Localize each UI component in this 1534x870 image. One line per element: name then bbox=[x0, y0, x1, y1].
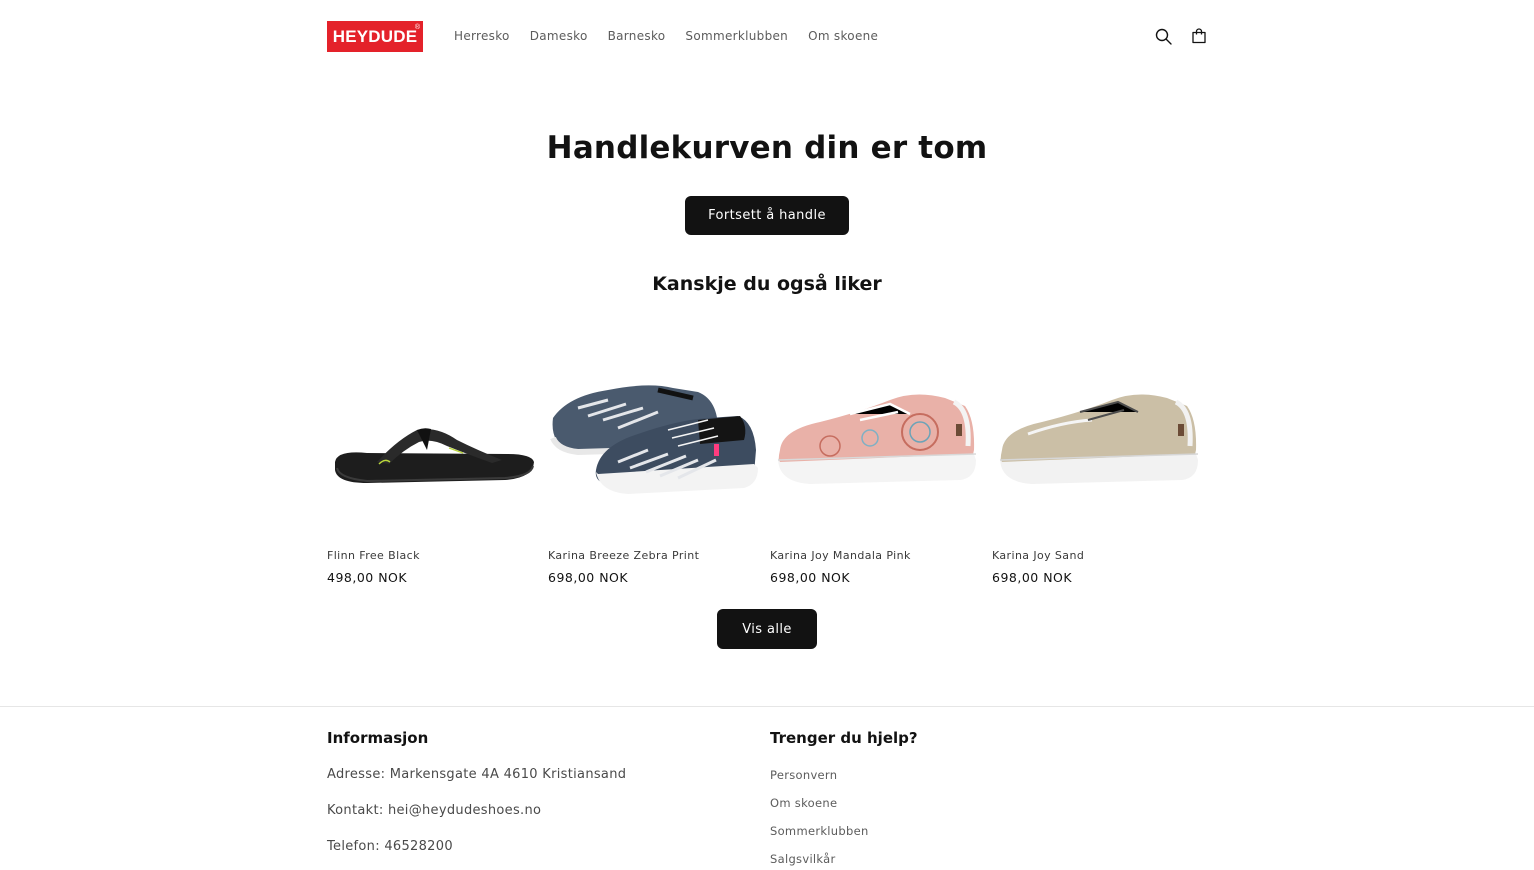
product-card-karina-breeze-zebra[interactable]: Karina Breeze Zebra Print 698,00 NOK bbox=[548, 330, 758, 590]
product-price: 698,00 NOK bbox=[548, 570, 629, 585]
view-all-button[interactable]: Vis alle bbox=[717, 609, 817, 649]
nav-item-sommerklubben[interactable]: Sommerklubben bbox=[685, 29, 788, 43]
footer-link-personvern[interactable]: Personvern bbox=[770, 768, 837, 782]
nav-item-damesko[interactable]: Damesko bbox=[530, 29, 588, 43]
product-name: Flinn Free Black bbox=[327, 549, 420, 562]
recommendations-title: Kanskje du også liker bbox=[652, 273, 882, 295]
product-card-flinn-free-black[interactable]: Flinn Free Black 498,00 NOK bbox=[327, 330, 537, 590]
product-name: Karina Breeze Zebra Print bbox=[548, 549, 700, 562]
product-name: Karina Joy Mandala Pink bbox=[770, 549, 911, 562]
product-image-pink-mandala-sneaker bbox=[777, 394, 977, 484]
product-image-sand-sneaker bbox=[999, 394, 1199, 484]
product-price: 698,00 NOK bbox=[992, 570, 1073, 585]
empty-cart-title: Handlekurven din er tom bbox=[546, 130, 988, 166]
footer-phone: Telefon: 46528200 bbox=[327, 839, 453, 854]
footer-help-column: Trenger du hjelp? bbox=[770, 729, 918, 747]
continue-shopping-button[interactable]: Fortsett å handle bbox=[685, 196, 849, 235]
footer-info-column: Informasjon bbox=[327, 729, 428, 747]
product-price: 698,00 NOK bbox=[770, 570, 851, 585]
product-card-karina-joy-sand[interactable]: Karina Joy Sand 698,00 NOK bbox=[992, 330, 1202, 590]
site-header: HEYDUDE ® Herresko Damesko Barnesko Somm… bbox=[0, 0, 1534, 74]
nav-item-herresko[interactable]: Herresko bbox=[454, 29, 510, 43]
product-image-zebra-sneakers bbox=[550, 385, 758, 494]
nav-item-om-skoene[interactable]: Om skoene bbox=[808, 29, 878, 43]
footer-help-title: Trenger du hjelp? bbox=[770, 729, 918, 747]
cart-icon bbox=[1192, 28, 1206, 44]
product-grid: Flinn Free Black 498,00 NOK Karina Breez… bbox=[327, 330, 1207, 590]
search-icon bbox=[1155, 28, 1172, 45]
product-card-karina-joy-mandala-pink[interactable]: Karina Joy Mandala Pink 698,00 NOK bbox=[770, 330, 980, 590]
logo-text: HEYDUDE bbox=[332, 26, 418, 46]
heydude-logo[interactable]: HEYDUDE ® bbox=[327, 21, 423, 52]
product-price: 498,00 NOK bbox=[327, 570, 408, 585]
footer-divider bbox=[0, 706, 1534, 707]
footer-link-sommerklubben[interactable]: Sommerklubben bbox=[770, 824, 869, 838]
footer-link-om-skoene[interactable]: Om skoene bbox=[770, 796, 837, 810]
product-name: Karina Joy Sand bbox=[992, 549, 1085, 562]
footer-info-title: Informasjon bbox=[327, 729, 429, 747]
cart-button[interactable] bbox=[1189, 26, 1209, 46]
footer-link-salgsvilkar[interactable]: Salgsvilkår bbox=[770, 852, 836, 866]
nav-item-barnesko[interactable]: Barnesko bbox=[608, 29, 666, 43]
product-image-flip-flop bbox=[335, 428, 534, 483]
footer-address: Adresse: Markensgate 4A 4610 Kristiansan… bbox=[327, 767, 627, 782]
footer-contact: Kontakt: hei@heydudeshoes.no bbox=[327, 803, 542, 818]
logo-registered-mark: ® bbox=[414, 24, 420, 31]
search-button[interactable] bbox=[1153, 26, 1173, 46]
main-nav: Herresko Damesko Barnesko Sommerklubben … bbox=[454, 29, 898, 43]
